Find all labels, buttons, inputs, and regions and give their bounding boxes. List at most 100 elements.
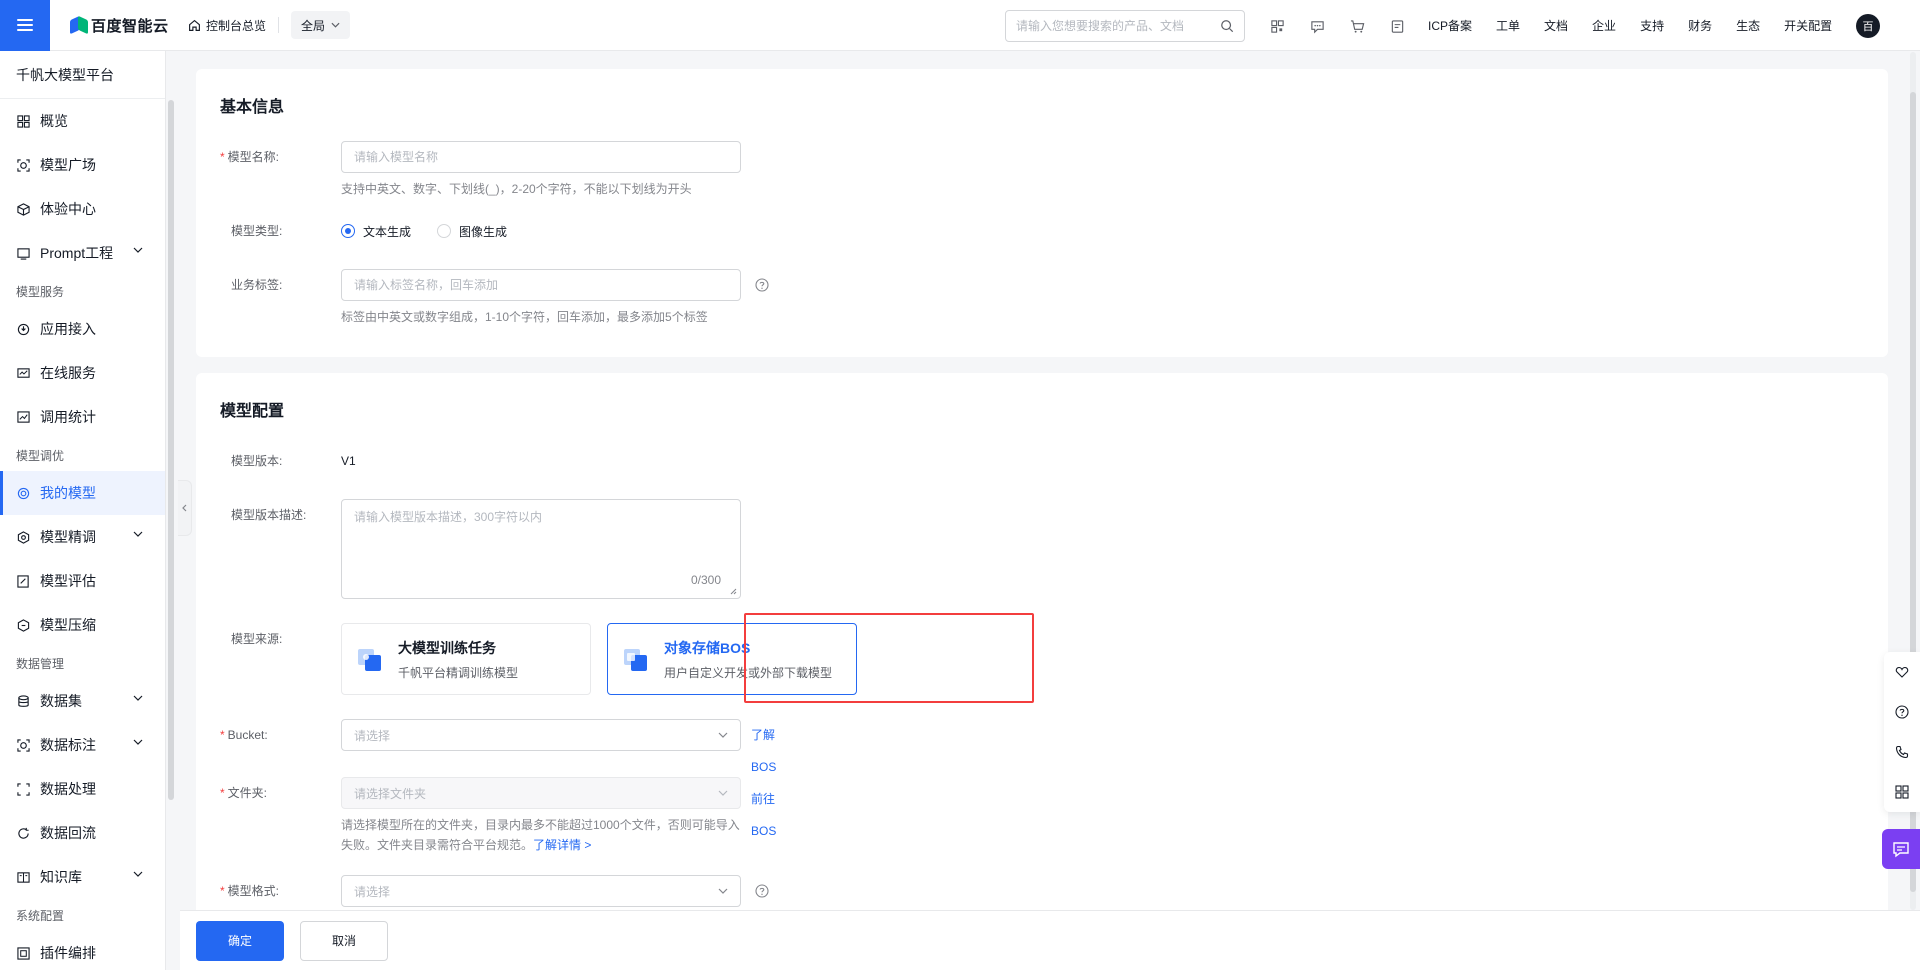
training-task-icon [356,645,384,673]
header-icon-group [1268,17,1428,35]
model-version-row: 模型版本: V1 [220,445,1864,477]
help-circle-icon[interactable] [755,884,769,898]
model-name-label: * 模型名称: [220,150,280,164]
sidebar-item-plugin[interactable]: 插件编排 [0,931,165,970]
sidebar-group-label: 模型调优 [16,448,65,463]
message-icon[interactable] [1308,17,1326,35]
sidebar-item-processing[interactable]: 数据处理 [0,767,165,811]
search-input[interactable] [1016,19,1220,33]
folder-select[interactable]: 请选择文件夹 [341,777,741,809]
nav-ecosystem[interactable]: 生态 [1736,17,1760,34]
sidebar-collapse-handle[interactable] [178,480,192,536]
console-home-link[interactable]: 控制台总览 [188,17,266,34]
bucket-select[interactable]: 请选择 [341,719,741,751]
sidebar-item-label: 体验中心 [40,201,96,217]
format-placeholder: 请选择 [354,884,391,899]
source-card-title: 大模型训练任务 [398,639,496,656]
source-card-training-task[interactable]: 大模型训练任务 千帆平台精调训练模型 [341,623,591,695]
nav-finance[interactable]: 财务 [1688,17,1712,34]
nav-enterprise[interactable]: 企业 [1592,17,1616,34]
sidebar-item-dataset[interactable]: 数据集 [0,679,165,723]
sidebar-group-label: 系统配置 [16,908,65,923]
sidebar-item-experience[interactable]: 体验中心 [0,187,165,231]
learn-more-link[interactable]: 了解详情 > [533,838,591,852]
business-tag-input[interactable] [341,269,741,301]
avatar[interactable]: 百 [1856,14,1880,38]
sidebar-item-call-stats[interactable]: 调用统计 [0,395,165,439]
version-desc-row: 模型版本描述: 0/300 [220,499,1864,599]
required-mark: * [220,786,225,800]
model-source-row: 模型来源: 大模型训练任务 千帆平台精调训练模型 对象存储BOS 用户自定义开发… [220,613,1864,703]
source-card-group: 大模型训练任务 千帆平台精调训练模型 对象存储BOS 用户自定义开发或外部下载模… [341,613,1034,703]
chevron-down-icon [133,739,143,745]
resize-handle-icon[interactable] [730,588,737,595]
sidebar-group-label: 模型服务 [16,284,65,299]
sidebar-item-data-backflow[interactable]: 数据回流 [0,811,165,855]
chevron-down-icon [718,790,728,796]
baidu-cloud-logo-icon [70,15,88,35]
chevron-down-icon [133,871,143,877]
sidebar-item-overview[interactable]: 概览 [0,99,165,143]
sidebar-item-label: 调用统计 [40,409,96,425]
help-circle-icon[interactable] [755,278,769,292]
learn-bos-link[interactable]: 了解BOS [751,728,776,774]
apps-grid-icon[interactable] [1884,772,1920,812]
nav-icp[interactable]: ICP备案 [1428,17,1472,34]
cancel-button[interactable]: 取消 [300,920,388,961]
nav-support[interactable]: 支持 [1640,17,1664,34]
business-tag-help: 标签由中英文或数字组成，1-10个字符，回车添加，最多添加5个标签 [341,310,708,324]
sidebar-item-model-square[interactable]: 模型广场 [0,143,165,187]
nav-switch-config[interactable]: 开关配置 [1784,17,1832,34]
logo-text: 百度智能云 [91,17,169,35]
confirm-button[interactable]: 确定 [196,920,284,961]
database-icon [16,694,30,708]
sidebar-item-my-models[interactable]: 我的模型 [0,471,165,515]
grid-icon [16,114,30,128]
logo[interactable]: 百度智能云 [70,15,176,36]
nav-docs[interactable]: 文档 [1544,17,1568,34]
sidebar-item-compression[interactable]: 模型压缩 [0,603,165,647]
model-config-card: 模型配置 模型版本: V1 模型版本描述: 0/300 模型来源: [196,373,1888,933]
radio-text-generation[interactable]: 文本生成 [341,223,411,240]
help-icon[interactable] [1884,692,1920,732]
sidebar-item-fine-tune[interactable]: 模型精调 [0,515,165,559]
region-select[interactable]: 全局 [291,11,351,39]
sidebar-item-app-access[interactable]: 应用接入 [0,307,165,351]
header-search[interactable] [1005,10,1245,42]
chart-icon [16,410,30,424]
business-tag-row: 业务标签: 标签由中英文或数字组成，1-10个字符，回车添加，最多添加5个标签 [220,269,1864,327]
sidebar-item-label: 概览 [40,113,68,129]
edit-icon [16,574,30,588]
model-version-value: V1 [341,454,356,468]
cart-icon[interactable] [1348,17,1366,35]
billing-icon[interactable] [1388,17,1406,35]
radio-image-generation[interactable]: 图像生成 [437,223,507,240]
chat-assistant-button[interactable] [1882,829,1920,869]
search-icon[interactable] [1220,19,1234,33]
sidebar-item-prompt[interactable]: Prompt工程 [0,231,165,275]
sidebar-item-annotation[interactable]: 数据标注 [0,723,165,767]
sidebar-scrollbar[interactable] [168,100,174,800]
source-card-desc: 用户自定义开发或外部下载模型 [664,665,833,680]
form-footer: 确定 取消 [180,910,1920,970]
menu-button[interactable] [0,0,50,51]
phone-icon[interactable] [1884,732,1920,772]
model-format-row: * 模型格式: 请选择 [220,875,1864,907]
sidebar-item-knowledge-base[interactable]: 知识库 [0,855,165,899]
version-desc-textarea[interactable] [341,499,741,599]
model-format-select[interactable]: 请选择 [341,875,741,907]
sidebar-item-label: 知识库 [40,869,82,885]
model-name-input[interactable] [341,141,741,173]
sidebar-group-label: 数据管理 [16,656,65,671]
model-source-label: 模型来源: [231,632,283,646]
source-card-desc: 千帆平台精调训练模型 [398,665,519,680]
favorite-icon[interactable] [1884,652,1920,692]
nav-ticket[interactable]: 工单 [1496,17,1520,34]
sidebar-item-label: 数据处理 [40,781,96,797]
source-card-bos[interactable]: 对象存储BOS 用户自定义开发或外部下载模型 [607,623,857,695]
header-nav: ICP备案 工单 文档 企业 支持 财务 生态 开关配置 [1428,0,1856,51]
sidebar-item-online-service[interactable]: 在线服务 [0,351,165,395]
process-icon [16,782,30,796]
qrcode-icon[interactable] [1268,17,1286,35]
sidebar-item-evaluation[interactable]: 模型评估 [0,559,165,603]
